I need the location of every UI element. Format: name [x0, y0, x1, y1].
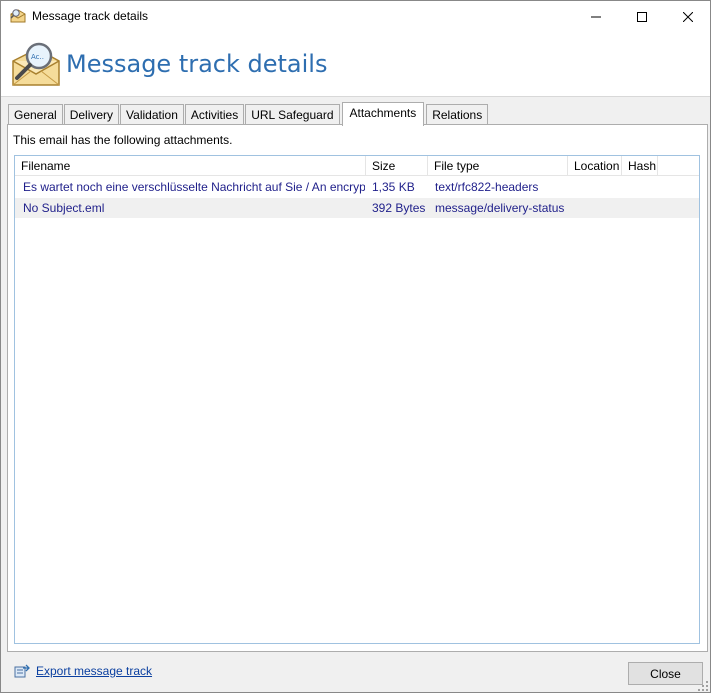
close-window-button[interactable] — [665, 1, 711, 32]
column-header-hash[interactable]: Hash — [622, 156, 658, 176]
tab-url-safeguard[interactable]: URL Safeguard — [245, 104, 340, 125]
list-header: Filename Size File type Location Hash — [15, 156, 699, 176]
minimize-button[interactable] — [573, 1, 619, 32]
attachments-list[interactable]: Filename Size File type Location Hash Es… — [14, 155, 700, 644]
tab-validation[interactable]: Validation — [120, 104, 184, 125]
file-type-cell: message/delivery-status — [435, 201, 565, 215]
resize-grip-icon[interactable] — [697, 680, 709, 692]
envelope-magnifier-icon: Ac.. — [12, 42, 60, 86]
filename-cell: No Subject.eml — [23, 201, 105, 215]
column-header-location[interactable]: Location — [568, 156, 622, 176]
tab-attachments[interactable]: Attachments — [341, 102, 425, 126]
tab-activities[interactable]: Activities — [184, 104, 245, 125]
file-type-cell: text/rfc822-headers — [435, 180, 539, 194]
attachments-intro: This email has the following attachments… — [13, 133, 233, 147]
tab-delivery[interactable]: Delivery — [63, 104, 120, 125]
maximize-button[interactable] — [619, 1, 665, 32]
title-bar[interactable]: Message track details — [1, 1, 710, 32]
column-header-file-type[interactable]: File type — [428, 156, 568, 176]
filename-cell: Es wartet noch eine verschlüsselte Nachr… — [23, 180, 365, 194]
header: Ac.. Message track details — [1, 32, 710, 96]
size-cell: 392 Bytes — [372, 201, 426, 215]
column-header-filename[interactable]: Filename — [15, 156, 366, 176]
table-row[interactable]: No Subject.eml 392 Bytes message/deliver… — [15, 198, 699, 218]
svg-text:Ac..: Ac.. — [31, 53, 44, 61]
close-button[interactable]: Close — [628, 662, 703, 685]
tab-relations[interactable]: Relations — [426, 104, 489, 125]
page-title: Message track details — [66, 50, 328, 78]
close-icon — [683, 11, 693, 22]
export-icon[interactable] — [14, 664, 30, 678]
minimize-icon — [591, 16, 601, 17]
column-header-size[interactable]: Size — [366, 156, 428, 176]
export-message-track-link[interactable]: Export message track — [36, 664, 152, 678]
envelope-magnifier-icon — [10, 9, 26, 23]
size-cell: 1,35 KB — [372, 180, 415, 194]
maximize-icon — [637, 11, 647, 22]
header-divider — [1, 96, 710, 97]
tab-strip: General Delivery Validation Activities U… — [8, 102, 489, 126]
window-title: Message track details — [32, 9, 149, 23]
attachments-panel: This email has the following attachments… — [7, 124, 708, 652]
message-track-window: Message track details Ac.. Message track… — [0, 0, 711, 693]
tab-general[interactable]: General — [8, 104, 63, 125]
table-row[interactable]: Es wartet noch eine verschlüsselte Nachr… — [15, 177, 699, 197]
